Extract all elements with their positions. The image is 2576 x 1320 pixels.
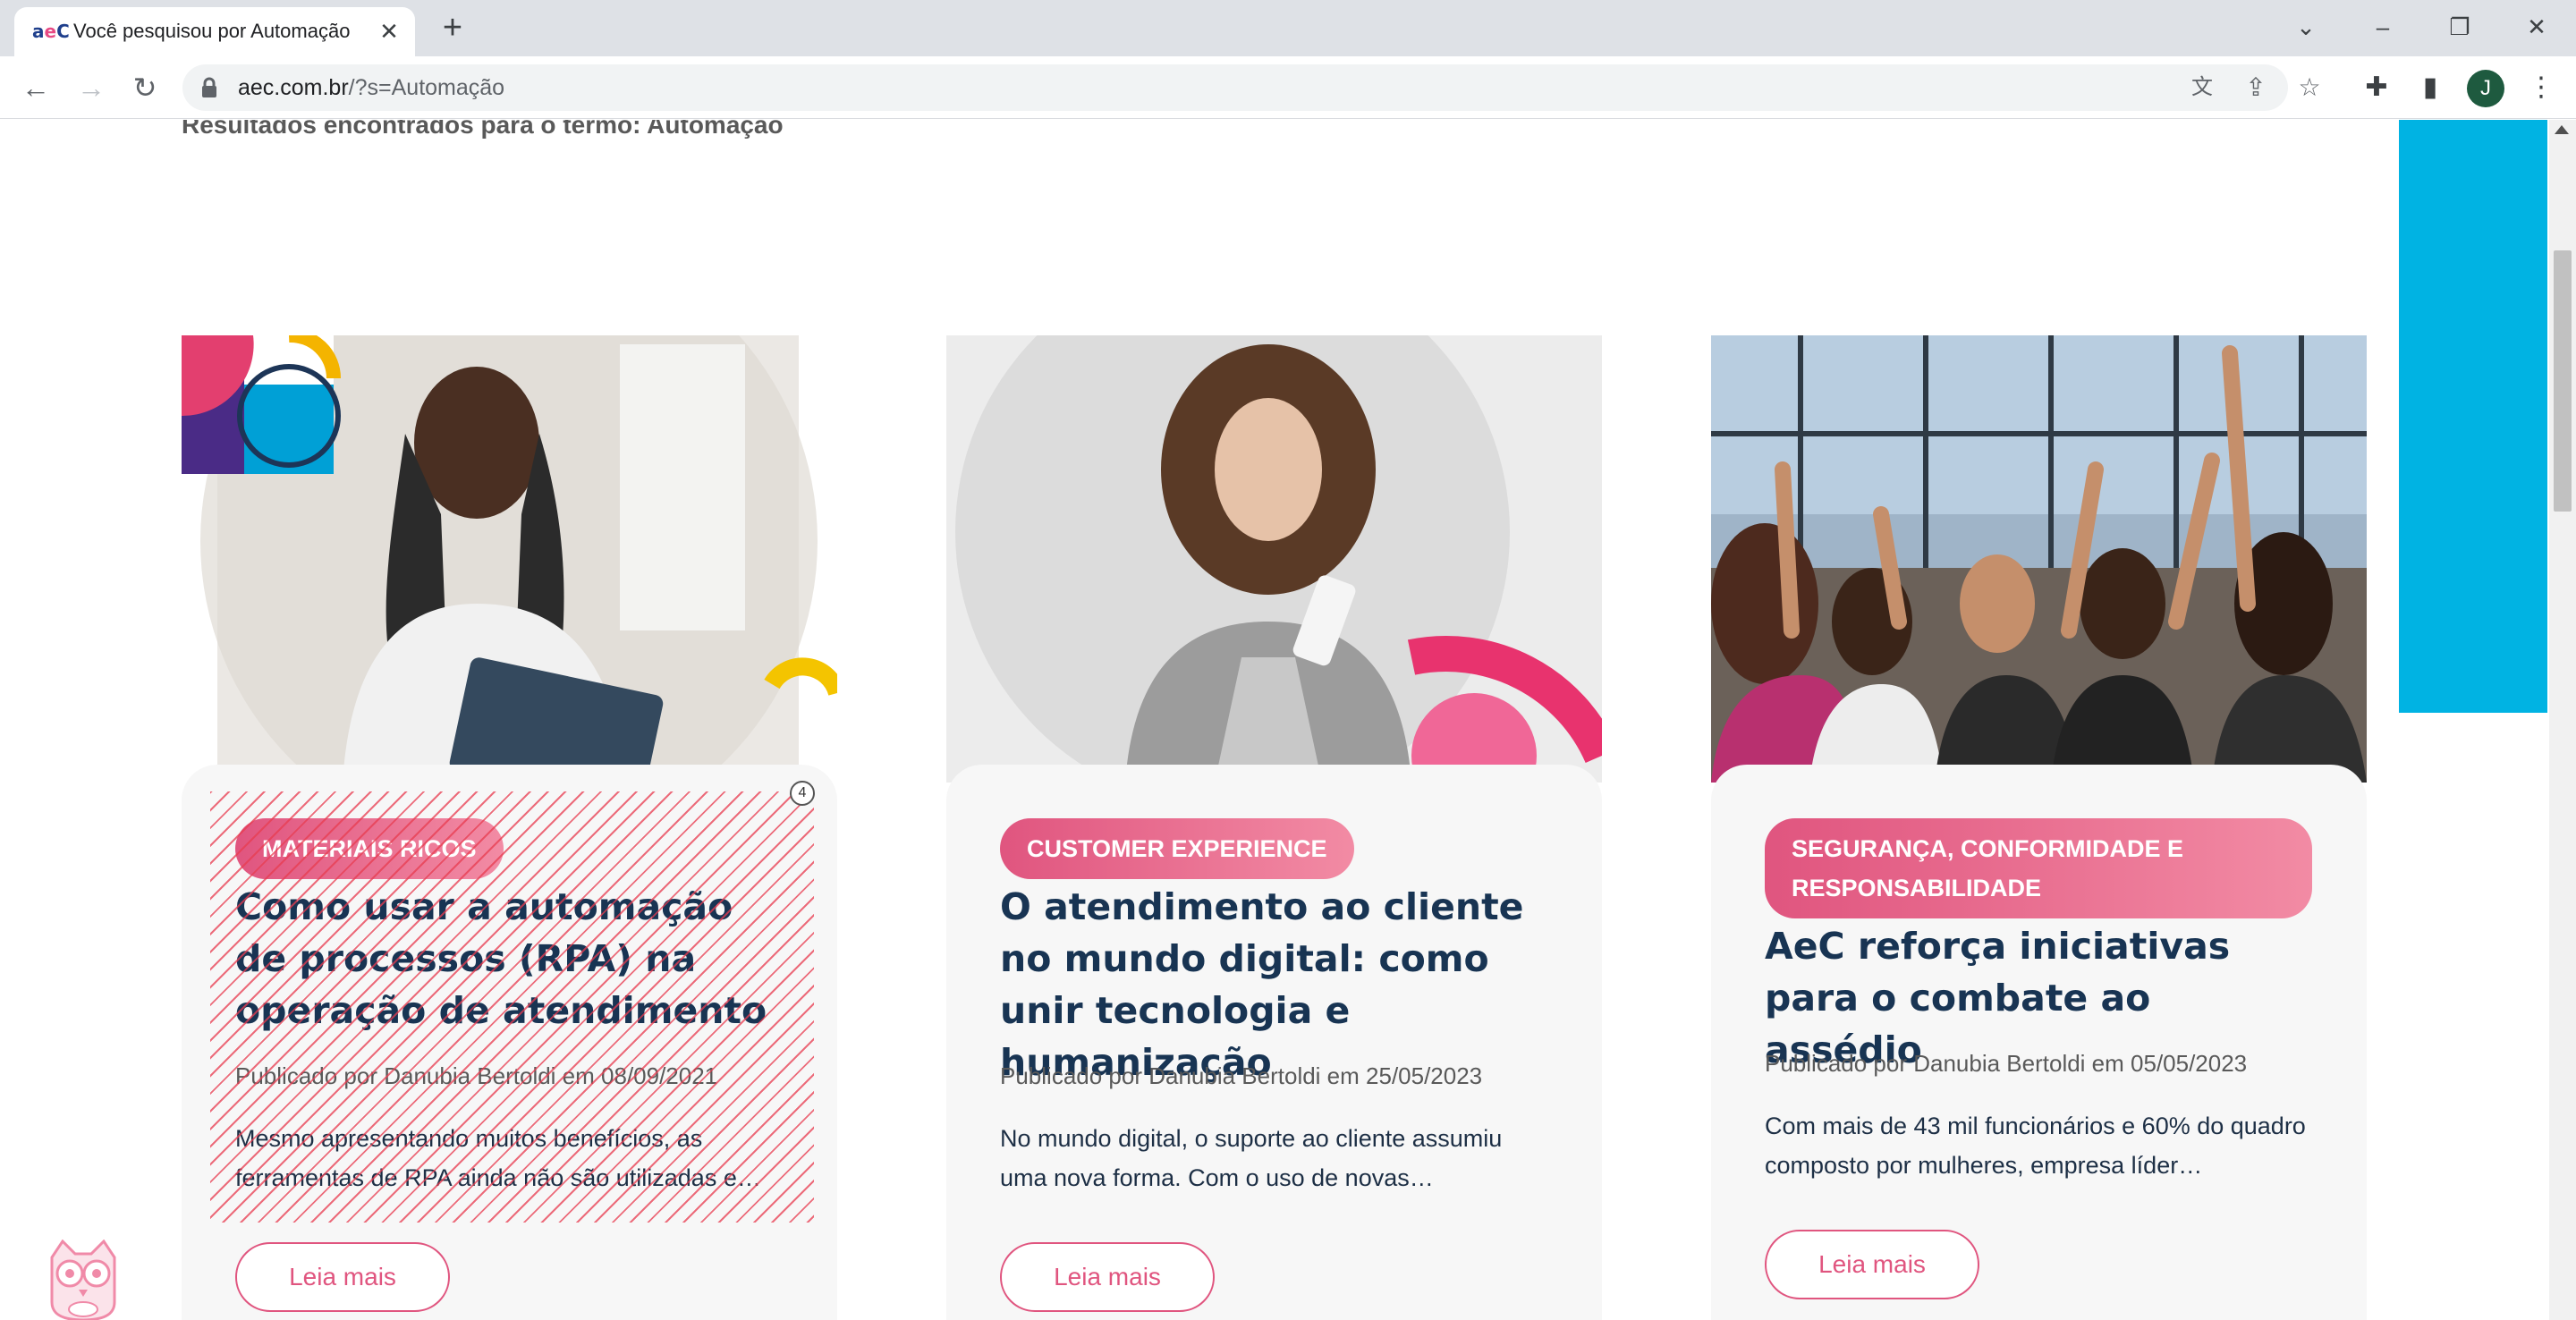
side-panel-icon[interactable]: ▮	[2411, 69, 2449, 106]
back-arrow-icon[interactable]: ←	[16, 68, 55, 107]
browser-toolbar: ← → ↻ aec.com.br/?s=Automação 文 ⇪ ☆ ✚ ▮ …	[0, 56, 2576, 119]
tab-title: Você pesquisou por Automação	[73, 20, 351, 42]
article-title[interactable]: O atendimento ao cliente no mundo digita…	[1000, 881, 1555, 1088]
woman-with-phone-image	[946, 335, 1602, 783]
article-meta: Publicado por Danubia Bertoldi em 25/05/…	[1000, 1062, 1483, 1089]
article-image[interactable]	[946, 335, 1602, 783]
tab-strip: aeC Você pesquisou por Automação ✕ + ⌄ –…	[0, 0, 2576, 56]
read-more-button[interactable]: Leia mais	[235, 1242, 450, 1312]
new-tab-plus-icon[interactable]: +	[436, 11, 469, 45]
article-meta: Publicado por Danubia Bertoldi em 08/09/…	[235, 1062, 718, 1089]
forward-arrow-icon[interactable]: →	[72, 68, 111, 107]
group-celebrating-image	[1711, 335, 2367, 783]
search-result-text: Resultados encontrados para o termo: Aut…	[182, 120, 784, 139]
category-tag[interactable]: SEGURANÇA, CONFORMIDADE E RESPONSABILIDA…	[1765, 818, 2312, 918]
owl-chat-widget-icon[interactable]	[45, 1240, 122, 1320]
reload-icon[interactable]: ↻	[125, 68, 165, 107]
page-viewport: Resultados encontrados para o termo: Aut…	[0, 120, 2549, 1320]
url-domain: aec.com.br	[238, 75, 349, 100]
window-close-icon[interactable]: ✕	[2510, 9, 2563, 45]
browser-tab[interactable]: aeC Você pesquisou por Automação ✕	[14, 7, 415, 56]
article-card-body: MATERIAIS RICOS Como usar a automação de…	[182, 765, 837, 1320]
url-text[interactable]: aec.com.br/?s=Automação	[238, 73, 504, 102]
scroll-up-arrow-icon[interactable]	[2555, 125, 2569, 134]
article-meta: Publicado por Danubia Bertoldi em 05/05/…	[1765, 1050, 2248, 1077]
article-card: MATERIAIS RICOS Como usar a automação de…	[182, 335, 837, 1320]
minimize-icon[interactable]: –	[2356, 9, 2410, 45]
article-image[interactable]	[182, 335, 837, 783]
lock-icon	[202, 77, 216, 97]
overlay-badge: 4	[790, 781, 815, 806]
tab-search-chevron-down-icon[interactable]: ⌄	[2279, 9, 2333, 45]
category-tag[interactable]: MATERIAIS RICOS	[235, 818, 504, 879]
article-excerpt: Mesmo apresentando muitos benefícios, as…	[235, 1125, 761, 1191]
scrollbar-thumb[interactable]	[2554, 250, 2572, 512]
address-bar[interactable]: aec.com.br/?s=Automação 文 ⇪ ☆	[182, 64, 2321, 111]
article-title[interactable]: Como usar a automação de processos (RPA)…	[235, 881, 790, 1037]
extensions-puzzle-icon[interactable]: ✚	[2358, 69, 2395, 106]
menu-kebab-icon[interactable]: ⋮	[2522, 69, 2560, 106]
read-more-button[interactable]: Leia mais	[1000, 1242, 1215, 1312]
article-card: SEGURANÇA, CONFORMIDADE E RESPONSABILIDA…	[1711, 335, 2367, 1320]
category-tag[interactable]: CUSTOMER EXPERIENCE	[1000, 818, 1354, 879]
article-card-body: CUSTOMER EXPERIENCE O atendimento ao cli…	[946, 765, 1602, 1320]
article-excerpt: No mundo digital, o suporte ao cliente a…	[1000, 1125, 1503, 1191]
article-card: CUSTOMER EXPERIENCE O atendimento ao cli…	[946, 335, 1602, 1320]
article-image[interactable]	[1711, 335, 2367, 783]
url-path: /?s=Automação	[348, 75, 505, 100]
aec-favicon-icon: aeC	[32, 21, 70, 42]
tab-close-icon[interactable]: ✕	[376, 18, 402, 45]
woman-with-tablet-image	[182, 335, 837, 783]
search-result-heading: Resultados encontrados para o termo: Aut…	[182, 120, 784, 143]
article-card-body: SEGURANÇA, CONFORMIDADE E RESPONSABILIDA…	[1711, 765, 2367, 1320]
decorative-blue-bar	[2399, 120, 2547, 713]
translate-icon[interactable]: 文	[2186, 72, 2218, 104]
restore-icon[interactable]: ❐	[2433, 9, 2487, 45]
bookmark-star-icon[interactable]: ☆	[2293, 72, 2326, 104]
article-excerpt: Com mais de 43 mil funcionários e 60% do…	[1765, 1113, 2306, 1179]
read-more-button[interactable]: Leia mais	[1765, 1230, 1979, 1299]
share-icon[interactable]: ⇪	[2240, 72, 2272, 104]
profile-avatar[interactable]: J	[2467, 70, 2504, 107]
